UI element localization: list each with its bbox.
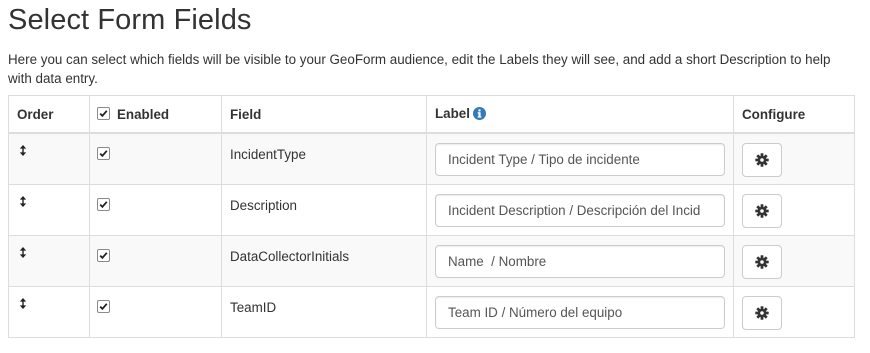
- gear-icon: [755, 306, 769, 320]
- header-label: Label: [426, 95, 734, 134]
- table-header-row: Order Enabled Field Label Configure: [8, 95, 855, 134]
- fields-table: Order Enabled Field Label Configure Inci…: [8, 95, 855, 338]
- configure-cell: [733, 132, 855, 185]
- field-cell: DataCollectorInitials: [221, 235, 427, 287]
- label-input[interactable]: [435, 143, 725, 176]
- field-name: IncidentType: [230, 147, 306, 162]
- sort-arrows-icon[interactable]: [19, 195, 27, 210]
- sort-arrows-icon[interactable]: [19, 297, 27, 312]
- enabled-cell: [89, 184, 222, 236]
- checkmark-icon: [99, 109, 108, 117]
- order-cell: [8, 286, 90, 338]
- enabled-cell: [89, 286, 222, 338]
- label-cell: [426, 235, 734, 287]
- sort-arrows-icon[interactable]: [19, 246, 27, 261]
- info-icon[interactable]: [472, 106, 486, 123]
- header-label-text: Label: [435, 105, 470, 121]
- page-title: Select Form Fields: [8, 4, 252, 36]
- enabled-checkbox[interactable]: [97, 198, 110, 211]
- table-row: Description: [8, 184, 855, 236]
- checkmark-icon: [99, 252, 108, 260]
- configure-cell: [733, 286, 855, 338]
- configure-button[interactable]: [742, 296, 782, 330]
- gear-icon: [755, 204, 769, 218]
- checkmark-icon: [99, 201, 108, 209]
- order-cell: [8, 235, 90, 287]
- field-name: DataCollectorInitials: [230, 249, 350, 264]
- order-cell: [8, 132, 90, 185]
- field-cell: Description: [221, 184, 427, 236]
- gear-icon: [755, 153, 769, 167]
- enabled-cell: [89, 132, 222, 185]
- order-cell: [8, 184, 90, 236]
- field-cell: IncidentType: [221, 132, 427, 185]
- checkmark-icon: [99, 150, 108, 158]
- field-name: TeamID: [230, 300, 277, 315]
- table-row: TeamID: [8, 286, 855, 338]
- label-cell: [426, 184, 734, 236]
- enabled-checkbox[interactable]: [97, 249, 110, 262]
- enabled-cell: [89, 235, 222, 287]
- configure-cell: [733, 235, 855, 287]
- select-all-checkbox[interactable]: [97, 106, 110, 120]
- header-order: Order: [8, 95, 90, 134]
- configure-cell: [733, 184, 855, 236]
- label-cell: [426, 132, 734, 185]
- checkmark-icon: [99, 303, 108, 311]
- label-input[interactable]: [435, 296, 725, 329]
- field-cell: TeamID: [221, 286, 427, 338]
- field-name: Description: [230, 198, 297, 213]
- header-enabled: Enabled: [89, 95, 222, 134]
- table-row: DataCollectorInitials: [8, 235, 855, 287]
- label-input[interactable]: [435, 245, 725, 278]
- enabled-checkbox[interactable]: [97, 147, 110, 160]
- table-row: IncidentType: [8, 132, 855, 185]
- label-input[interactable]: [435, 194, 725, 227]
- configure-button[interactable]: [742, 245, 782, 279]
- header-configure: Configure: [733, 95, 855, 134]
- header-enabled-label: Enabled: [117, 106, 170, 122]
- configure-button[interactable]: [742, 143, 782, 177]
- gear-icon: [755, 255, 769, 269]
- header-field: Field: [221, 95, 427, 134]
- form-fields-page: Select Form Fields Here you can select w…: [0, 0, 870, 338]
- configure-button[interactable]: [742, 194, 782, 228]
- enabled-checkbox[interactable]: [97, 300, 110, 313]
- intro-text: Here you can select which fields will be…: [8, 52, 831, 86]
- sort-arrows-icon[interactable]: [19, 144, 27, 159]
- label-cell: [426, 286, 734, 338]
